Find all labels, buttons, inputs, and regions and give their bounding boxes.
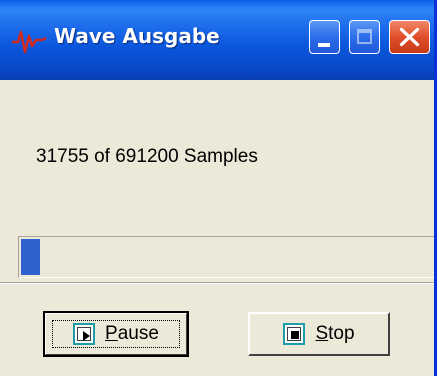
minimize-button[interactable]	[309, 20, 340, 54]
waveform-icon	[12, 30, 47, 54]
play-icon	[73, 323, 96, 345]
wave-output-window: Wave Ausgabe 31755 of 691200 Samples Pau…	[0, 0, 437, 376]
stop-icon	[283, 323, 306, 345]
sample-count-label: 31755 of 691200 Samples	[36, 146, 258, 167]
stop-button[interactable]: Stop	[248, 312, 390, 356]
close-button[interactable]	[389, 20, 430, 54]
minimize-icon	[318, 43, 330, 47]
focus-ring	[52, 320, 180, 348]
progress-bar	[18, 236, 434, 278]
close-icon	[399, 27, 420, 47]
maximize-button	[349, 20, 380, 54]
stop-button-label: Stop	[315, 323, 355, 344]
progress-bar-fill	[21, 239, 40, 275]
pause-button[interactable]: Pause	[43, 311, 189, 357]
maximize-icon	[357, 29, 372, 44]
window-title: Wave Ausgabe	[54, 24, 220, 48]
title-bar[interactable]: Wave Ausgabe	[0, 0, 434, 80]
separator	[0, 282, 434, 284]
